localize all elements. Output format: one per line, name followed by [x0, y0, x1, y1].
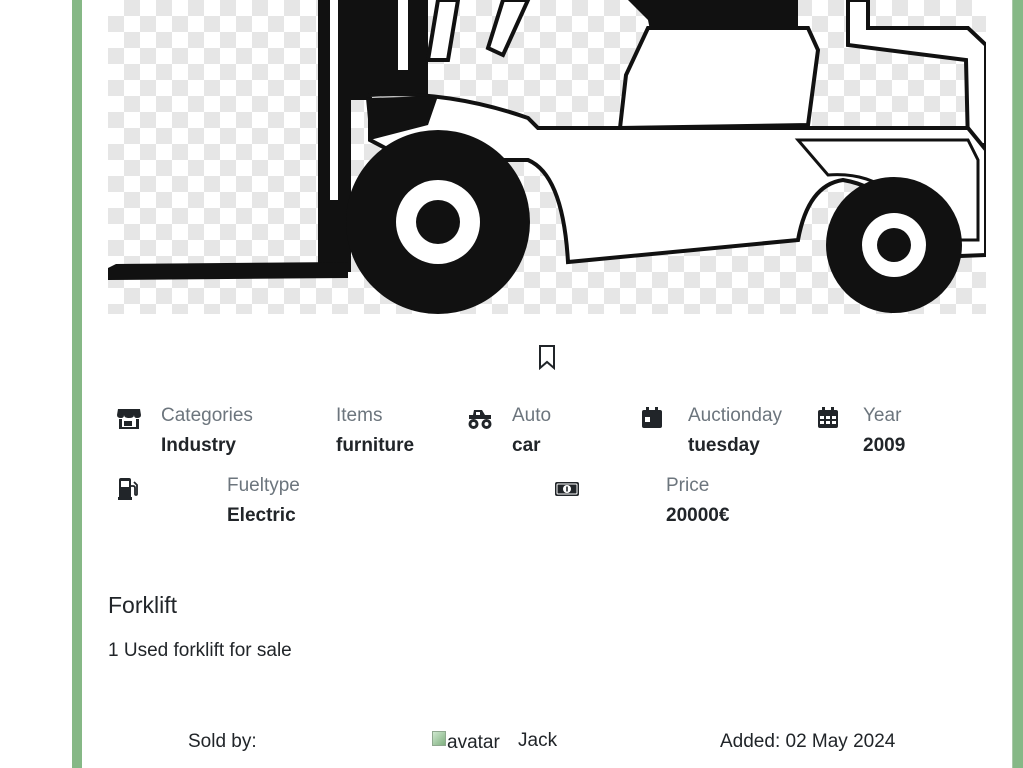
calendar-day-icon: [642, 407, 662, 428]
cash-icon: [555, 482, 579, 496]
shop-icon: [117, 409, 141, 429]
spec-value: 2009: [863, 435, 906, 456]
spec-value: Electric: [227, 505, 296, 526]
calendar-grid-icon: [818, 407, 838, 428]
bookmark-icon: [539, 345, 555, 371]
avatar[interactable]: avatar: [432, 731, 500, 754]
spec-label: Items: [336, 405, 383, 426]
spec-label: Year: [863, 405, 902, 426]
listing-card: Categories Industry Items furniture Auto…: [82, 0, 1013, 768]
forklift-illustration: [108, 0, 986, 314]
seller-name[interactable]: Jack: [518, 730, 557, 752]
avatar-alt-text: avatar: [447, 732, 500, 753]
monster-truck-icon: [468, 410, 492, 429]
spec-label: Fueltype: [227, 475, 300, 496]
broken-image-icon: [432, 731, 446, 746]
spec-value: car: [512, 435, 541, 456]
spec-label: Auctionday: [688, 405, 783, 426]
sold-by-label: Sold by:: [188, 731, 257, 752]
spec-value: 20000€: [666, 505, 730, 526]
page-background-left: [0, 0, 72, 768]
spec-value: Industry: [161, 435, 236, 456]
listing-description: 1 Used forklift for sale: [108, 640, 292, 661]
frame-border-right: [1012, 0, 1023, 768]
spec-value: tuesday: [688, 435, 760, 456]
spec-label: Auto: [512, 405, 552, 426]
added-date: Added: 02 May 2024: [720, 731, 896, 752]
listing-photo: [108, 0, 986, 314]
spec-label: Price: [666, 475, 710, 496]
spec-label: Categories: [161, 405, 253, 426]
fuel-pump-icon: [118, 478, 138, 500]
spec-value: furniture: [336, 435, 415, 456]
bookmark-button[interactable]: [537, 344, 557, 371]
frame-border-left: [72, 0, 82, 768]
listing-title: Forklift: [108, 592, 177, 618]
